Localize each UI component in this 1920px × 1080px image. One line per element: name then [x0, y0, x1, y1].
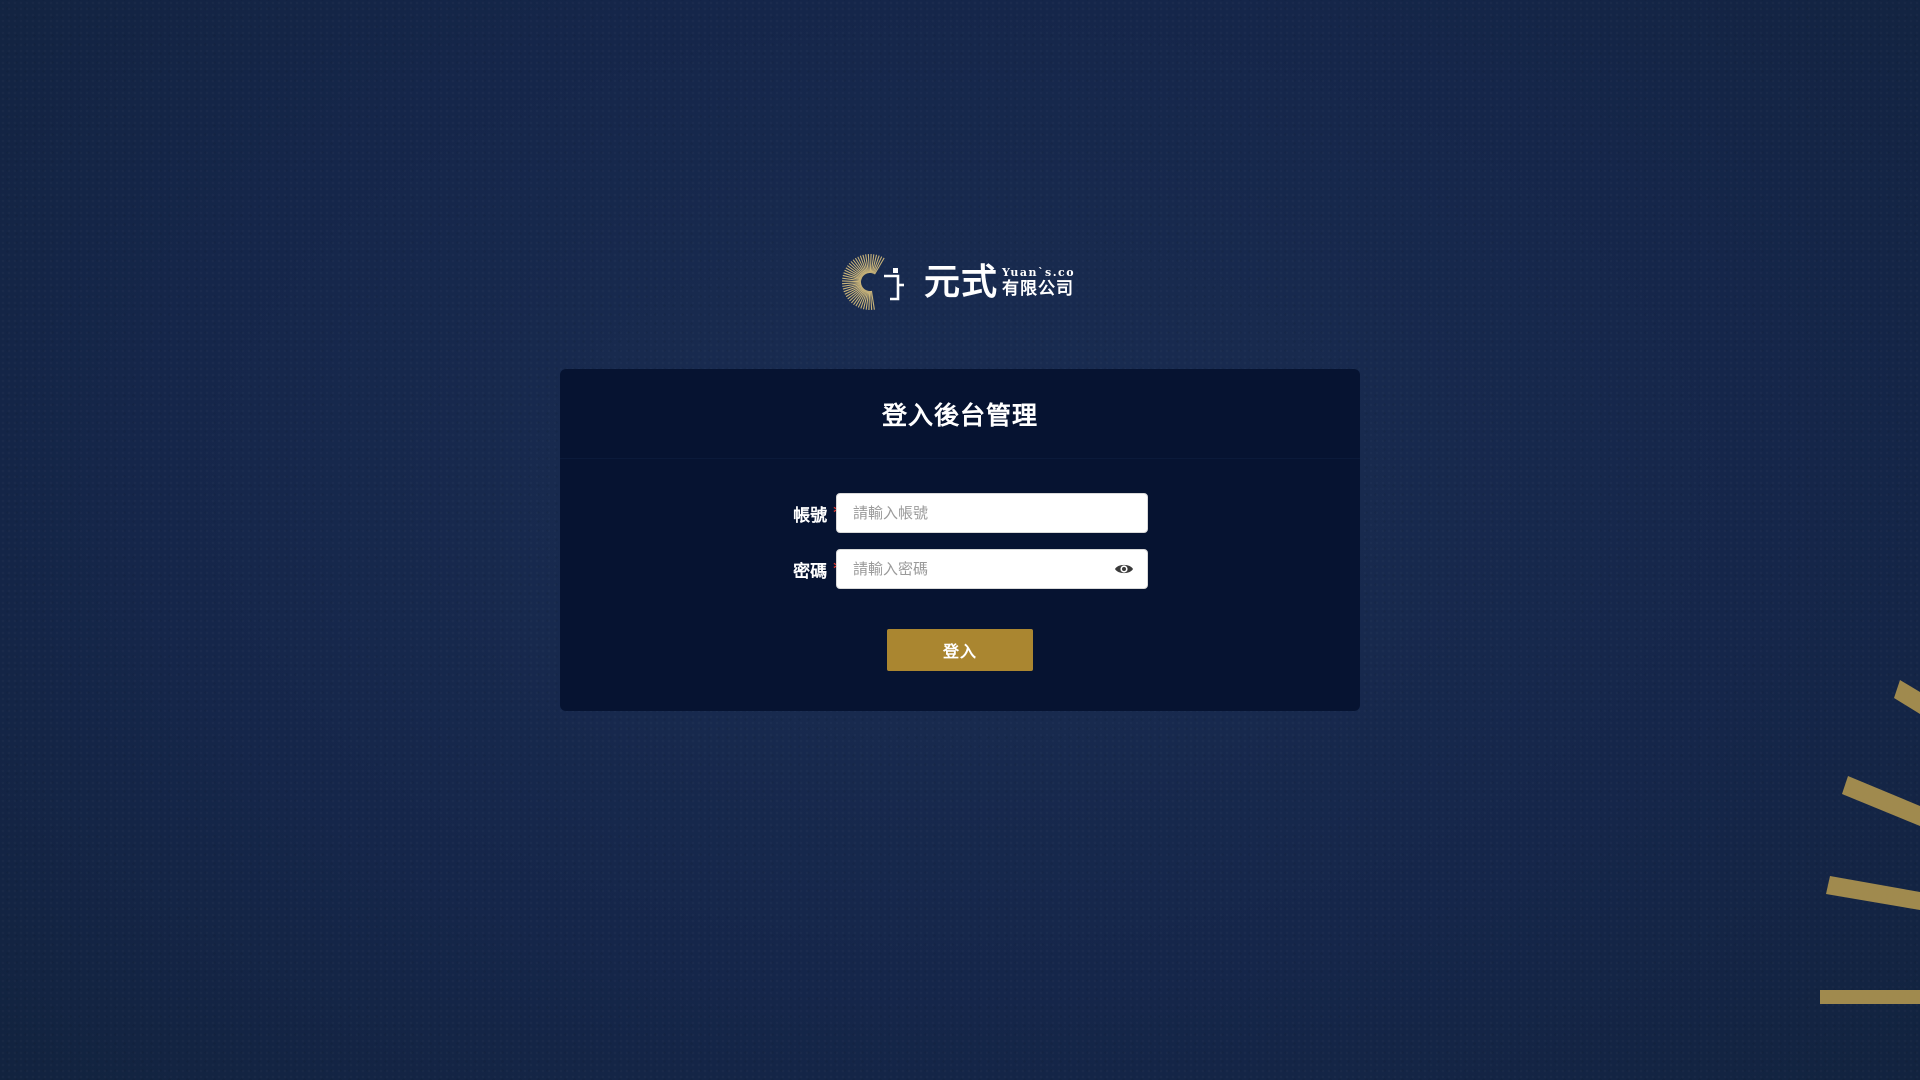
ray-2	[1842, 776, 1920, 826]
login-button[interactable]: 登入	[887, 629, 1033, 671]
decorative-rays	[1820, 680, 1920, 1004]
password-row: 密碼 *	[560, 549, 1360, 589]
account-input[interactable]	[836, 493, 1148, 533]
ray-1	[1894, 680, 1920, 714]
account-label: 帳號	[793, 505, 828, 526]
password-label-group: 密碼 *	[793, 549, 842, 589]
brand-name-cn: 元式	[924, 261, 999, 303]
eye-icon[interactable]	[1112, 557, 1136, 581]
login-title: 登入後台管理	[881, 400, 1038, 430]
account-row: 帳號 *	[560, 493, 1360, 533]
brand-text-group: Yuan`s.co 有限公司	[1002, 267, 1075, 298]
account-label-group: 帳號 *	[793, 493, 842, 533]
sunburst-logo-icon	[841, 253, 904, 311]
brand-subtitle: 有限公司	[1002, 278, 1075, 299]
login-card-header: 登入後台管理	[560, 369, 1360, 459]
ray-3	[1826, 876, 1920, 910]
brand-name-en: Yuan`s.co	[1002, 265, 1076, 279]
company-logo: 元式 Yuan`s.co 有限公司	[838, 251, 1088, 313]
password-label: 密碼	[793, 561, 828, 582]
password-input[interactable]	[836, 549, 1148, 589]
ray-4	[1820, 990, 1920, 1004]
login-card: 登入後台管理 帳號 * 密碼 * 登入	[560, 369, 1360, 711]
